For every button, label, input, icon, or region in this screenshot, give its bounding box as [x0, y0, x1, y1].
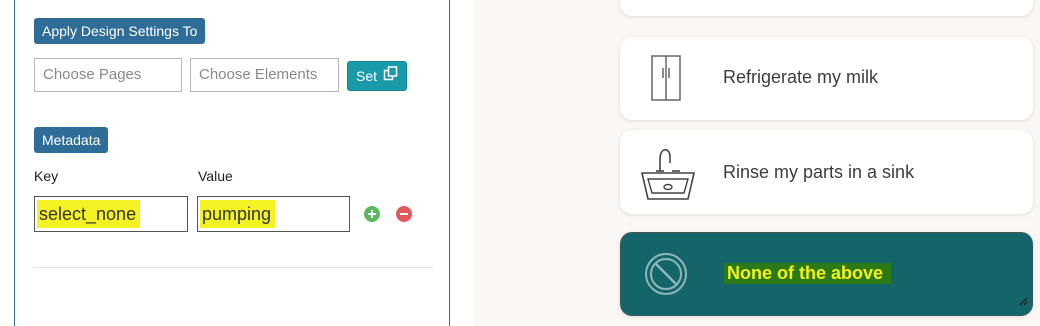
- metadata-key-input[interactable]: select_none: [34, 196, 188, 232]
- option-label: Rinse my parts in a sink: [723, 162, 915, 182]
- metadata-key-value: select_none: [37, 200, 141, 228]
- option-card-refrigerate[interactable]: Refrigerate my milk: [620, 37, 1033, 120]
- option-card-none[interactable]: None of the above: [620, 232, 1033, 316]
- sink-icon: [638, 143, 698, 210]
- refrigerator-icon: [650, 54, 684, 109]
- choose-elements-select[interactable]: Choose Elements: [190, 58, 339, 92]
- apply-design-settings-heading: Apply Design Settings To: [34, 18, 206, 44]
- design-settings-panel: Apply Design Settings To Choose Pages Ch…: [14, 0, 450, 326]
- set-button[interactable]: Set: [347, 61, 408, 91]
- section-divider: [33, 267, 433, 268]
- option-label: Refrigerate my milk: [723, 67, 879, 87]
- resize-handle-icon[interactable]: [1018, 293, 1028, 311]
- minus-circle-icon[interactable]: [396, 206, 412, 222]
- choose-pages-select[interactable]: Choose Pages: [34, 58, 182, 92]
- metadata-value-input[interactable]: pumping: [197, 196, 350, 232]
- key-column-label: Key: [34, 168, 59, 184]
- survey-preview: Refrigerate my milk Rinse my parts in a …: [474, 0, 1040, 326]
- option-card-rinse[interactable]: Rinse my parts in a sink: [620, 130, 1033, 214]
- value-column-label: Value: [198, 168, 233, 184]
- copy-icon: [383, 62, 398, 90]
- metadata-heading: Metadata: [34, 127, 109, 153]
- no-symbol-icon: [643, 251, 689, 302]
- metadata-value-value: pumping: [200, 200, 276, 228]
- option-label: None of the above: [724, 263, 892, 284]
- set-button-label: Set: [356, 68, 378, 84]
- plus-circle-icon[interactable]: [364, 206, 380, 222]
- option-card-partial[interactable]: [620, 0, 1033, 16]
